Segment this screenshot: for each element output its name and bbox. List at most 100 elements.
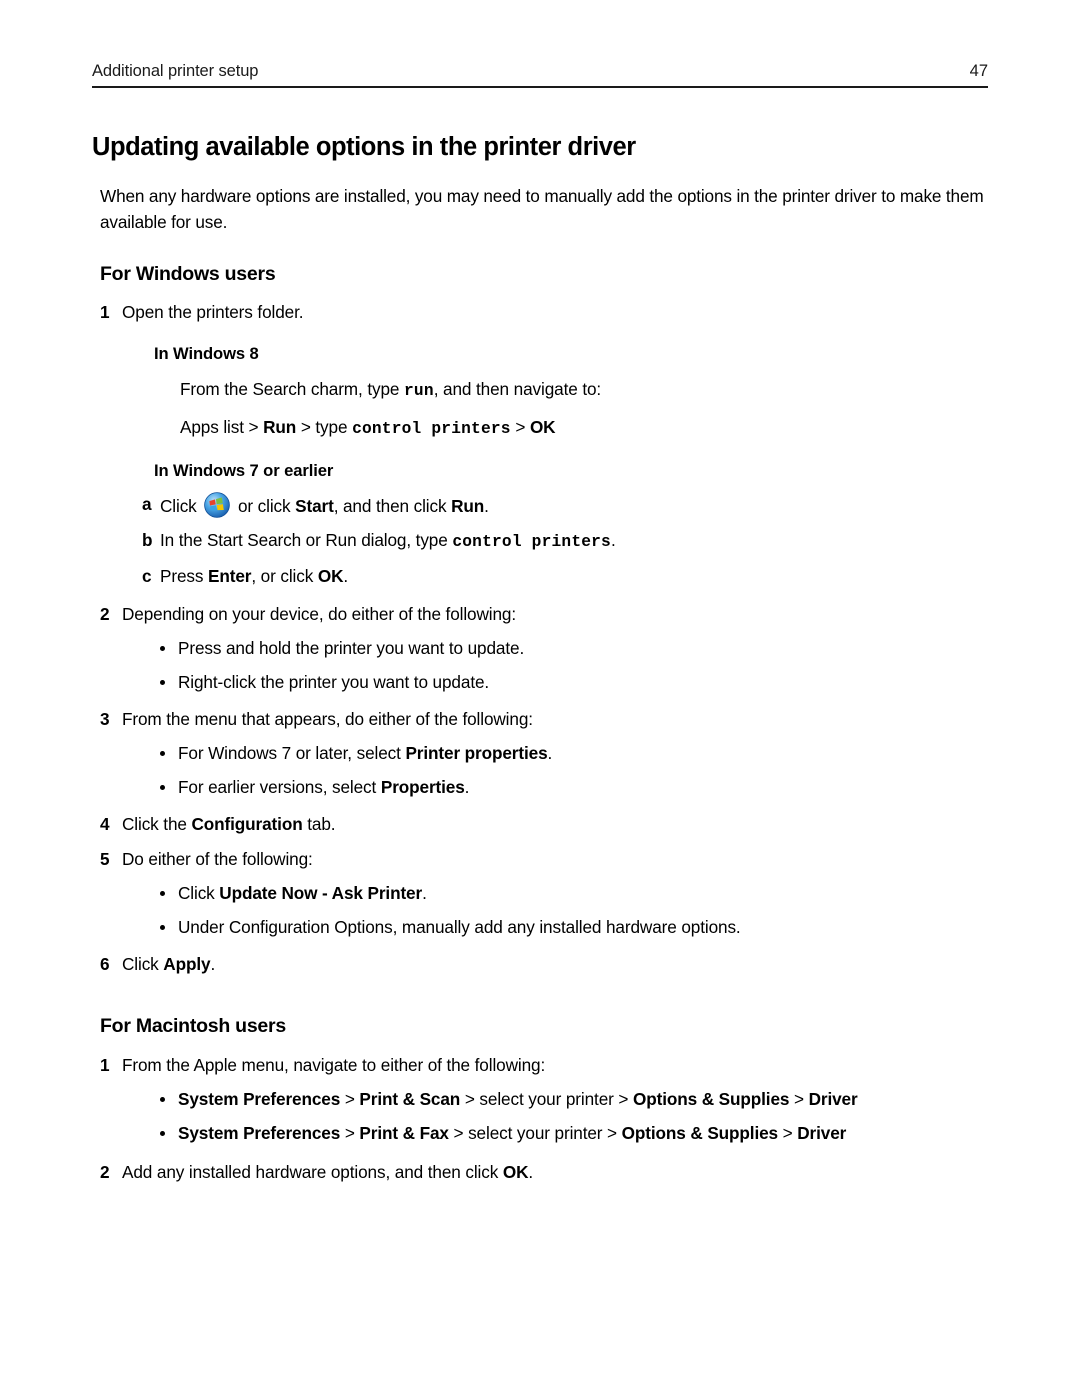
step-item: 2 Depending on your device, do either of…: [92, 602, 992, 695]
windows-steps-list: 1 Open the printers folder. In Windows 8…: [92, 300, 992, 977]
header-title: Additional printer setup: [92, 62, 259, 80]
text-fragment: > type: [296, 417, 353, 437]
section-heading-windows: For Windows users: [100, 263, 276, 285]
list-item: Right-click the printer you want to upda…: [122, 670, 992, 695]
text-fragment: In the Start Search or Run dialog, type: [160, 530, 453, 550]
button-ok: OK: [502, 1162, 529, 1182]
text-fragment: >: [613, 1089, 633, 1109]
step-number: 1: [100, 1055, 110, 1075]
step-number: 1: [100, 302, 110, 322]
text-fragment: Click: [178, 883, 220, 903]
text-fragment: .: [422, 883, 427, 903]
list-item: Click Update Now ‑ Ask Printer.: [122, 881, 992, 906]
menu-item-run: Run: [451, 496, 485, 516]
text-fragment: Click the: [122, 814, 192, 834]
section-heading-macintosh: For Macintosh users: [100, 1015, 286, 1037]
windows8-instruction-line-2: Apps list > Run > type control printers …: [180, 415, 992, 442]
subheading-windows-8: In Windows 8: [154, 344, 259, 363]
menu-item-print-and-scan: Print & Scan: [359, 1089, 461, 1109]
text-fragment: Apps list >: [180, 417, 264, 437]
step-text: Do either of the following:: [122, 849, 313, 869]
button-ok: OK: [317, 566, 344, 586]
code-control-printers: control printers: [352, 420, 511, 438]
menu-item-options-and-supplies: Options & Supplies: [632, 1089, 790, 1109]
text-fragment: >: [778, 1123, 798, 1143]
step-text: Depending on your device, do either of t…: [122, 604, 516, 624]
menu-item-start: Start: [295, 496, 334, 516]
list-item: Under Configuration Options, manually ad…: [122, 915, 992, 940]
windows8-instruction-line-1: From the Search charm, type run, and the…: [180, 377, 992, 404]
step-item: 5 Do either of the following: Click Upda…: [92, 847, 992, 940]
list-item: For earlier versions, select Properties.: [122, 775, 992, 800]
step-text: Open the printers folder.: [122, 302, 304, 322]
tab-driver: Driver: [808, 1089, 858, 1109]
substep-marker: c: [142, 566, 152, 586]
text-fragment: .: [343, 566, 349, 586]
text-fragment: >: [602, 1123, 622, 1143]
button-apply: Apply: [163, 954, 211, 974]
substep-item-c: c Press Enter, or click OK.: [122, 564, 992, 589]
list-item: For Windows 7 or later, select Printer p…: [122, 741, 992, 766]
menu-item-run: Run: [263, 417, 297, 437]
substep-item-a: a Click or click Start, and then click R…: [122, 492, 992, 519]
bullet-list: Click Update Now ‑ Ask Printer. Under Co…: [122, 881, 992, 940]
text-fragment: select your printer: [468, 1123, 603, 1143]
subheading-windows-7: In Windows 7 or earlier: [154, 461, 334, 480]
text-fragment: or click: [233, 496, 296, 516]
text-fragment: Add any installed hardware options, and …: [122, 1162, 503, 1182]
text-fragment: >: [510, 417, 530, 437]
step-item: 1 From the Apple menu, navigate to eithe…: [92, 1053, 992, 1146]
page-content: Updating available options in the printe…: [92, 132, 992, 1185]
text-fragment: >: [340, 1123, 360, 1143]
text-fragment: .: [484, 496, 489, 516]
text-fragment: For earlier versions, select: [178, 777, 381, 797]
text-fragment: Click: [160, 496, 202, 516]
text-fragment: >: [448, 1123, 469, 1143]
text-fragment: Press: [160, 566, 208, 586]
menu-item-printer-properties: Printer properties: [405, 743, 548, 763]
step-text: From the menu that appears, do either of…: [122, 709, 533, 729]
text-fragment: , and then navigate to:: [433, 379, 602, 399]
list-item: System Preferences > Print & Scan > sele…: [122, 1087, 992, 1112]
text-fragment: .: [210, 954, 216, 974]
text-fragment: , or click: [251, 566, 318, 586]
text-fragment: select your printer: [479, 1089, 614, 1109]
code-control-printers: control printers: [452, 533, 611, 551]
text-fragment: For Windows 7 or later, select: [178, 743, 406, 763]
macintosh-steps-list: 1 From the Apple menu, navigate to eithe…: [92, 1053, 992, 1185]
step-item: 4 Click the Configuration tab.: [92, 812, 992, 837]
text-fragment: .: [464, 777, 470, 797]
key-enter: Enter: [208, 566, 252, 586]
text-fragment: From the Search charm, type: [180, 379, 404, 399]
text-fragment: tab.: [302, 814, 336, 834]
menu-item-system-preferences: System Preferences: [178, 1089, 341, 1109]
text-fragment: >: [340, 1089, 360, 1109]
tab-configuration: Configuration: [191, 814, 303, 834]
bullet-list: System Preferences > Print & Scan > sele…: [122, 1087, 992, 1146]
button-ok: OK: [529, 417, 556, 437]
menu-item-options-and-supplies: Options & Supplies: [621, 1123, 778, 1143]
menu-item-system-preferences: System Preferences: [178, 1123, 341, 1143]
list-item: Press and hold the printer you want to u…: [122, 636, 992, 661]
text-fragment: >: [789, 1089, 809, 1109]
substep-marker: a: [142, 494, 152, 514]
list-item: System Preferences > Print & Fax > selec…: [122, 1121, 992, 1146]
bullet-list: For Windows 7 or later, select Printer p…: [122, 741, 992, 800]
code-run: run: [403, 382, 434, 400]
tab-driver: Driver: [797, 1123, 847, 1143]
step-text: From the Apple menu, navigate to either …: [122, 1055, 546, 1075]
document-page: Additional printer setup 47 Updating ava…: [0, 0, 1080, 1397]
text-fragment: , and then click: [333, 496, 452, 516]
menu-item-print-and-fax: Print & Fax: [359, 1123, 449, 1143]
step-item: 3 From the menu that appears, do either …: [92, 707, 992, 800]
bullet-list: Press and hold the printer you want to u…: [122, 636, 992, 695]
text-fragment: >: [460, 1089, 480, 1109]
substep-marker: b: [142, 530, 153, 550]
step-number: 2: [100, 604, 110, 624]
running-header: Additional printer setup 47: [92, 62, 988, 88]
step-number: 4: [100, 814, 110, 834]
text-fragment: .: [547, 743, 553, 763]
text-fragment: .: [610, 530, 616, 550]
text-fragment: Click: [122, 954, 164, 974]
button-update-now-ask-printer: Update Now ‑ Ask Printer: [219, 883, 423, 903]
